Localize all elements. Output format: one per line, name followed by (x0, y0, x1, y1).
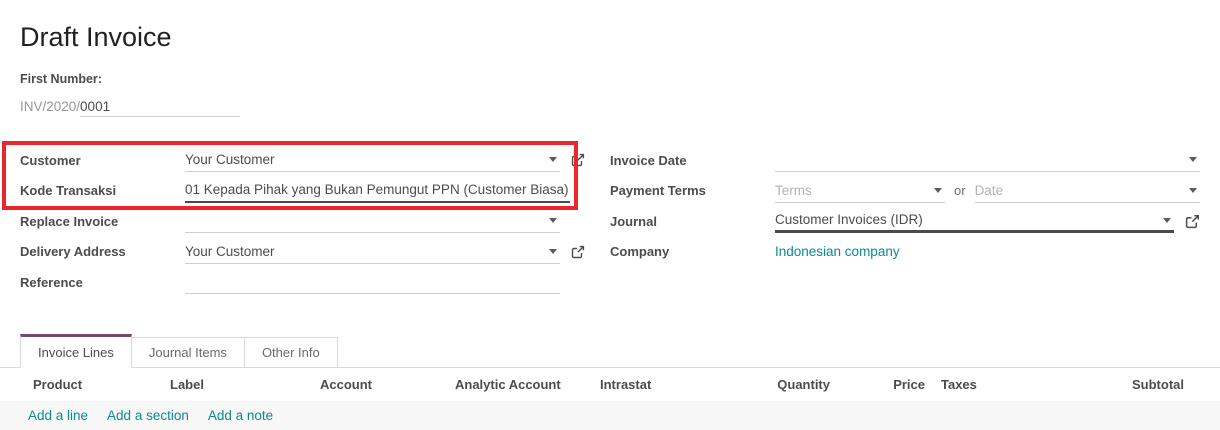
company-label: Company (610, 244, 775, 259)
add-a-line-link[interactable]: Add a line (28, 408, 88, 423)
customer-external-link-icon[interactable] (571, 153, 585, 167)
chevron-down-icon (549, 218, 557, 223)
column-header-label: Label (170, 377, 320, 392)
notebook-tabs: Invoice Lines Journal Items Other Info (0, 334, 1220, 368)
form-right-column: Invoice Date Payment Terms Terms or Date (610, 145, 1200, 267)
payment-due-date-select[interactable]: Date (975, 179, 1200, 203)
form-left-column: Customer Your Customer Kode Transaksi 01… (20, 145, 586, 298)
invoice-form-sheet: Draft Invoice First Number: INV/2020/000… (0, 0, 1220, 430)
replace-invoice-label: Replace Invoice (20, 214, 185, 229)
replace-invoice-row: Replace Invoice (20, 206, 586, 237)
kode-transaksi-label: Kode Transaksi (20, 183, 185, 198)
journal-external-link-icon[interactable] (1185, 214, 1200, 229)
delivery-address-select[interactable]: Your Customer (185, 240, 560, 264)
tab-invoice-lines[interactable]: Invoice Lines (20, 334, 132, 368)
chevron-down-icon (934, 188, 942, 193)
column-header-product: Product (0, 377, 170, 392)
customer-row: Customer Your Customer (20, 145, 586, 176)
chevron-down-icon (1189, 188, 1197, 193)
column-header-analytic-account: Analytic Account (455, 377, 600, 392)
customer-value: Your Customer (185, 152, 289, 167)
company-row: Company Indonesian company (610, 237, 1200, 268)
customer-select[interactable]: Your Customer (185, 148, 560, 172)
sequence-number-input[interactable]: 0001 (80, 99, 240, 117)
chevron-down-icon (549, 249, 557, 254)
customer-label: Customer (20, 153, 185, 168)
column-header-quantity: Quantity (684, 377, 830, 392)
sequence-prefix: INV/2020/ (20, 99, 80, 114)
kode-transaksi-row: Kode Transaksi 01 Kepada Pihak yang Buka… (20, 176, 586, 207)
chevron-down-icon (549, 157, 557, 162)
kode-transaksi-value: 01 Kepada Pihak yang Bukan Pemungut PPN … (185, 182, 570, 197)
column-header-subtotal: Subtotal (1046, 377, 1184, 392)
company-field: Indonesian company (775, 240, 1200, 264)
invoice-date-label: Invoice Date (610, 153, 775, 168)
payment-terms-label: Payment Terms (610, 183, 775, 198)
payment-terms-group: Terms or Date (775, 179, 1200, 203)
add-a-note-link[interactable]: Add a note (208, 408, 273, 423)
delivery-address-row: Delivery Address Your Customer (20, 237, 586, 268)
delivery-address-label: Delivery Address (20, 244, 185, 259)
column-header-account: Account (320, 377, 455, 392)
first-number-label: First Number: (20, 72, 102, 86)
column-header-intrastat: Intrastat (600, 377, 684, 392)
journal-row: Journal Customer Invoices (IDR) (610, 206, 1200, 237)
page-title: Draft Invoice (20, 22, 172, 53)
sequence-field: INV/2020/0001 (20, 99, 240, 117)
column-header-price: Price (830, 377, 925, 392)
tab-other-info[interactable]: Other Info (245, 337, 338, 368)
invoice-lines-footer: Add a line Add a section Add a note (0, 401, 1220, 430)
reference-input[interactable] (185, 270, 560, 294)
or-separator: or (954, 183, 966, 198)
reference-row: Reference (20, 267, 586, 298)
journal-select[interactable]: Customer Invoices (IDR) (775, 209, 1174, 233)
kode-transaksi-select[interactable]: 01 Kepada Pihak yang Bukan Pemungut PPN … (185, 179, 570, 203)
payment-terms-placeholder: Terms (775, 183, 812, 198)
tab-journal-items[interactable]: Journal Items (132, 337, 245, 368)
reference-label: Reference (20, 275, 185, 290)
invoice-date-input[interactable] (775, 148, 1200, 172)
payment-date-placeholder: Date (975, 183, 1004, 198)
replace-invoice-select[interactable] (185, 209, 560, 233)
add-a-section-link[interactable]: Add a section (107, 408, 189, 423)
payment-terms-row: Payment Terms Terms or Date (610, 176, 1200, 207)
company-link[interactable]: Indonesian company (775, 244, 900, 259)
invoice-date-row: Invoice Date (610, 145, 1200, 176)
delivery-address-value: Your Customer (185, 244, 289, 259)
journal-value: Customer Invoices (IDR) (775, 212, 937, 227)
invoice-lines-header-row: Product Label Account Analytic Account I… (0, 368, 1220, 401)
column-header-taxes: Taxes (925, 377, 1046, 392)
payment-terms-select[interactable]: Terms (775, 179, 945, 203)
delivery-address-external-link-icon[interactable] (571, 245, 585, 259)
chevron-down-icon (1163, 218, 1171, 223)
chevron-down-icon (1189, 157, 1197, 162)
journal-label: Journal (610, 214, 775, 229)
